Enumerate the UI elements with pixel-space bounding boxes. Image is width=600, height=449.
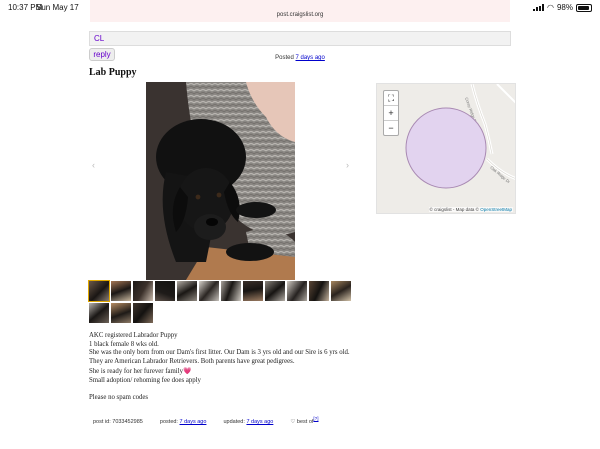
body-line: AKC registered Labrador Puppy [89, 332, 178, 339]
thumbnail[interactable] [243, 281, 263, 301]
updated-info-label: updated: [223, 418, 245, 425]
thumbnail[interactable] [111, 281, 131, 301]
thumbnail[interactable] [155, 281, 175, 301]
location-map[interactable]: Corey Ridge Rd Oak Ridge Dr ⛶ + − © crai… [376, 83, 516, 214]
thumbnail[interactable] [221, 281, 241, 301]
body-line-heart: She is ready for her furever family💗 [89, 368, 379, 377]
location-radius-circle [405, 107, 487, 189]
map-attribution: © craigslist - Map data © OpenStreetMap [428, 207, 513, 212]
body-line: Small adoption/ rehoming fee does apply [89, 376, 201, 384]
map-controls: ⛶ + − [383, 90, 399, 136]
best-of-label[interactable]: best of [297, 419, 314, 425]
zoom-in-button[interactable]: + [384, 106, 398, 121]
posted-info-link[interactable]: 7 days ago [180, 419, 207, 425]
posted-label: Posted [275, 55, 294, 61]
cellular-signal-icon [533, 4, 544, 11]
thumbnail[interactable] [88, 280, 110, 302]
heart-icon: 💗 [183, 368, 192, 376]
previous-image-arrow[interactable]: ‹ [92, 160, 95, 170]
puppy-photo-image [146, 82, 295, 280]
map-attribution-text: © craigslist - Map data © [429, 207, 479, 212]
battery-icon [576, 3, 592, 12]
zoom-out-button[interactable]: − [384, 121, 398, 135]
status-date: Sun May 17 [36, 3, 79, 12]
thumbnail[interactable] [111, 303, 131, 323]
best-of-help-link[interactable]: [?] [313, 416, 318, 421]
thumbnail[interactable] [331, 281, 351, 301]
thumbnail[interactable] [309, 281, 329, 301]
post-id: post id: 7033452985 [93, 418, 143, 425]
posting-title: Lab Puppy [89, 67, 137, 78]
status-indicators: ◠ 98% [533, 3, 592, 12]
posted-date-line: Posted 7 days ago [0, 55, 600, 61]
posted-info-label: posted: [159, 418, 178, 425]
body-line: Please no spam codes [89, 393, 149, 401]
posted-date-link[interactable]: 7 days ago [296, 55, 325, 61]
body-line: 1 black female 8 wks old. [89, 340, 159, 348]
thumbnail[interactable] [287, 281, 307, 301]
thumbnail[interactable] [133, 281, 153, 301]
body-line: She is ready for her furever family [89, 368, 183, 376]
next-image-arrow[interactable]: › [346, 160, 349, 170]
body-line: She was the only born from our Dam's fir… [89, 349, 350, 357]
main-photo[interactable] [146, 82, 295, 280]
body-line: They are American Labrador Retrievers. B… [89, 357, 295, 365]
posting-body: AKC registered Labrador Puppy 1 black fe… [89, 332, 379, 402]
battery-percent: 98% [556, 3, 573, 12]
fullscreen-icon[interactable]: ⛶ [384, 91, 398, 106]
thumbnail[interactable] [133, 303, 153, 323]
craigslist-header: CL [89, 31, 511, 46]
craigslist-logo[interactable]: CL [94, 34, 104, 43]
wifi-icon: ◠ [547, 3, 554, 12]
thumbnail[interactable] [199, 281, 219, 301]
address-bar-url[interactable]: post.craigslist.org [0, 12, 600, 18]
openstreetmap-link[interactable]: OpenStreetMap [480, 207, 512, 212]
updated-info-link[interactable]: 7 days ago [246, 419, 273, 425]
thumbnail[interactable] [89, 303, 109, 323]
address-bar-background [90, 0, 510, 22]
best-of-icon[interactable]: ♡ [290, 419, 295, 425]
thumbnail[interactable] [265, 281, 285, 301]
thumbnail[interactable] [177, 281, 197, 301]
post-info-notices: post id: 7033452985 posted: 7 days ago u… [93, 416, 319, 425]
